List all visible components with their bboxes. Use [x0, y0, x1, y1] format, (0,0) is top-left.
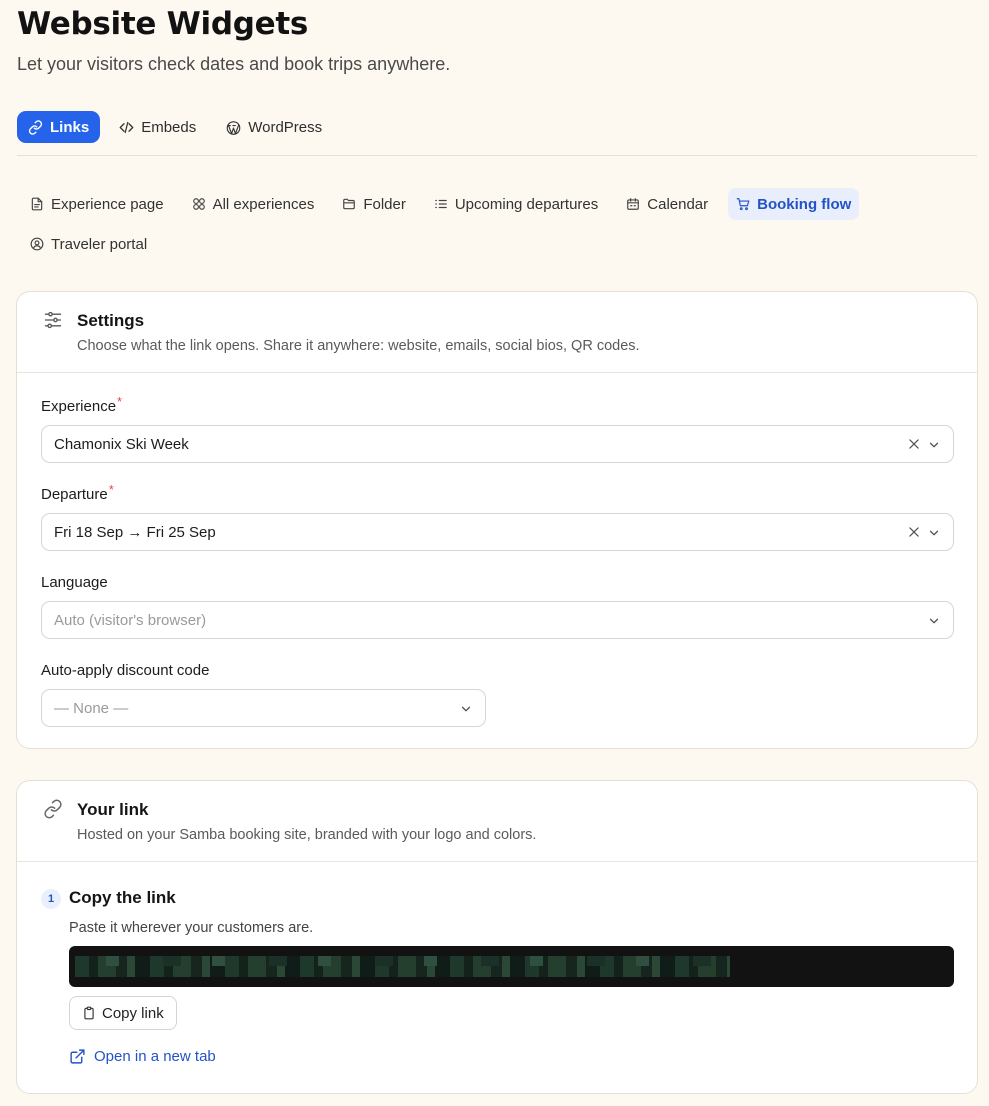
open-link-label: Open in a new tab — [94, 1048, 216, 1065]
subtab-all-experiences[interactable]: All experiences — [184, 188, 323, 220]
departure-select[interactable]: Fri 18 Sep → Fri 25 Sep — [41, 513, 954, 551]
chevron-down-icon — [927, 526, 941, 540]
your-link-title: Your link — [77, 800, 149, 819]
chevron-down-icon — [927, 438, 941, 452]
discount-placeholder: — None — — [54, 699, 129, 717]
language-select[interactable]: Auto (visitor's browser) — [41, 601, 954, 639]
subtab-label: Experience page — [51, 195, 164, 213]
redacted-url-overlay — [75, 956, 730, 966]
required-asterisk: * — [108, 482, 114, 497]
tab-wordpress[interactable]: WordPress — [215, 111, 333, 143]
discount-select[interactable]: — None — — [41, 689, 486, 727]
open-in-new-tab-link[interactable]: Open in a new tab — [69, 1048, 216, 1065]
link-icon — [43, 799, 63, 819]
subtab-booking-flow[interactable]: Booking flow — [728, 188, 860, 220]
your-link-header: Your link Hosted on your Samba booking s… — [17, 781, 977, 862]
external-link-icon — [69, 1048, 86, 1065]
subtab-label: Traveler portal — [51, 235, 148, 253]
widget-type-tabs: Experience page All experiences Folder U… — [22, 188, 952, 268]
file-icon — [30, 197, 44, 211]
page-title: Website Widgets — [17, 6, 309, 42]
subtab-traveler-portal[interactable]: Traveler portal — [22, 228, 155, 260]
experience-select[interactable]: Chamonix Ski Week — [41, 425, 954, 463]
settings-card: Settings Choose what the link opens. Sha… — [16, 291, 978, 749]
subtab-label: Booking flow — [757, 195, 852, 213]
settings-header: Settings Choose what the link opens. Sha… — [17, 292, 977, 373]
copy-link-button[interactable]: Copy link — [69, 996, 177, 1030]
user-circle-icon — [30, 237, 44, 251]
page-subtitle: Let your visitors check dates and book t… — [17, 54, 451, 74]
link-url-field[interactable] — [69, 946, 954, 987]
subtab-experience-page[interactable]: Experience page — [22, 188, 172, 220]
calendar-icon — [626, 197, 640, 211]
subtab-label: Calendar — [647, 195, 709, 213]
grid-icon — [192, 197, 206, 211]
clear-icon[interactable] — [907, 525, 921, 539]
sliders-icon — [43, 310, 63, 330]
language-placeholder: Auto (visitor's browser) — [54, 611, 207, 629]
step-title: Copy the link — [69, 888, 176, 907]
folder-icon — [342, 197, 356, 211]
subtab-upcoming-departures[interactable]: Upcoming departures — [426, 188, 606, 220]
copy-link-label: Copy link — [102, 1004, 164, 1022]
step-number: 1 — [41, 889, 61, 909]
language-label: Language — [41, 574, 108, 591]
tab-label: Embeds — [141, 118, 197, 136]
subtab-folder[interactable]: Folder — [334, 188, 414, 220]
tab-label: Links — [50, 118, 90, 136]
subtab-label: Upcoming departures — [454, 195, 599, 213]
tab-links[interactable]: Links — [17, 111, 101, 143]
clear-icon[interactable] — [907, 437, 921, 451]
tab-label: WordPress — [248, 118, 323, 136]
list-icon — [434, 197, 448, 211]
experience-label: Experience* — [41, 394, 123, 415]
settings-description: Choose what the link opens. Share it any… — [77, 338, 640, 354]
chevron-down-icon — [459, 702, 473, 716]
tabs-divider — [17, 155, 977, 156]
step-description: Paste it wherever your customers are. — [69, 920, 314, 936]
departure-value: Fri 18 Sep → Fri 25 Sep — [54, 523, 216, 541]
subtab-calendar[interactable]: Calendar — [618, 188, 716, 220]
discount-label: Auto-apply discount code — [41, 662, 210, 679]
cart-icon — [736, 197, 750, 211]
chevron-down-icon — [927, 614, 941, 628]
experience-value: Chamonix Ski Week — [54, 435, 189, 453]
subtab-label: All experiences — [212, 195, 315, 213]
code-icon — [119, 120, 134, 135]
required-asterisk: * — [117, 394, 123, 409]
departure-label: Departure* — [41, 482, 114, 503]
subtab-label: Folder — [363, 195, 406, 213]
wordpress-icon — [226, 120, 241, 135]
settings-title: Settings — [77, 311, 145, 330]
clipboard-icon — [82, 1006, 96, 1020]
tab-embeds[interactable]: Embeds — [108, 111, 207, 143]
your-link-card: Your link Hosted on your Samba booking s… — [16, 780, 978, 1094]
primary-tabs: Links Embeds WordPress — [17, 111, 341, 143]
your-link-description: Hosted on your Samba booking site, brand… — [77, 827, 537, 843]
link-icon — [28, 119, 43, 135]
